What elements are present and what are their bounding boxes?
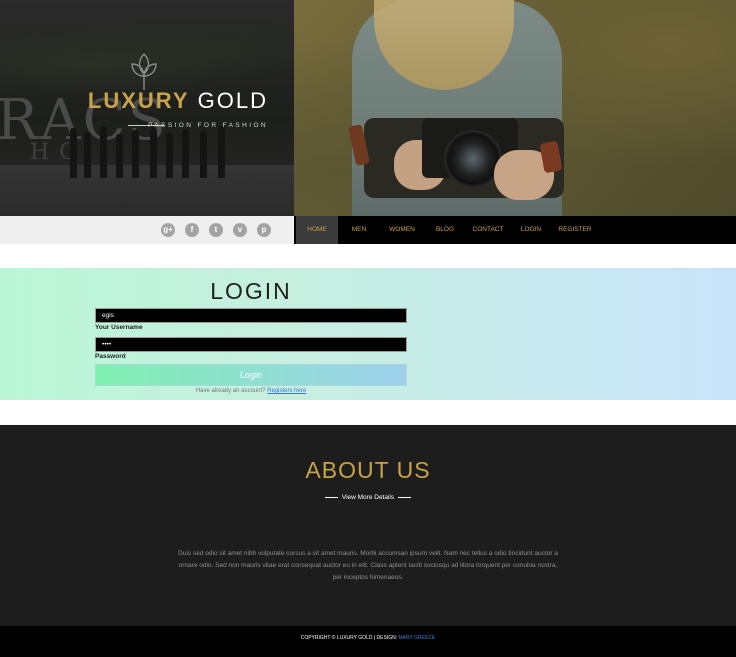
nav-men[interactable]: MEN [344,216,374,244]
pinterest-icon[interactable]: p [257,223,271,237]
copyright-text: COPYRIGHT © LUXURY GOLD | DESIGN: [300,635,398,641]
social-links: g+ f t v p [0,216,294,244]
divider-left [325,496,339,498]
nav-login[interactable]: LOGIN [516,216,546,244]
view-more-details-label: View More Details [341,494,395,501]
username-label: Your Username [95,324,143,331]
login-button[interactable]: Login [95,364,407,386]
twitter-icon[interactable]: t [209,223,223,237]
hero-banner: RACS HC LUXURY GOLD PASSION FOR FASHION [0,0,736,216]
designer-link[interactable]: MARY GREECE [399,635,436,641]
facebook-icon[interactable]: f [185,223,199,237]
nav-home[interactable]: HOME [296,216,338,244]
brand-name-white: GOLD [197,88,268,113]
brand-name-gold: LUXURY [87,88,190,113]
nav-blog[interactable]: BLOG [430,216,460,244]
brand-tagline: PASSION FOR FASHION [148,122,268,129]
hero-left-image: RACS HC LUXURY GOLD PASSION FOR FASHION [0,0,294,216]
register-prompt: Have already an account? Registers here [95,388,407,394]
register-link[interactable]: Registers here [267,388,306,394]
about-section [0,425,736,626]
nav-women[interactable]: WOMEN [382,216,422,244]
nav-register[interactable]: REGISTER [554,216,596,244]
google-plus-icon[interactable]: g+ [161,223,175,237]
footer [0,626,736,657]
view-more-details-link[interactable]: View More Details [0,494,736,501]
page: RACS HC LUXURY GOLD PASSION FOR FASHION … [0,0,736,657]
vimeo-icon[interactable]: v [233,223,247,237]
logo-leaf-icon [131,53,157,90]
password-label: Password [95,353,126,360]
login-title: LOGIN [210,278,292,304]
about-title: ABOUT US [305,457,431,483]
brand-logo[interactable]: LUXURY GOLD [88,88,268,114]
main-menu: HOME MEN WOMEN BLOG CONTACT LOGIN REGIST… [294,216,736,244]
password-input[interactable]: •••• [95,337,407,352]
divider-right [397,496,411,498]
register-prompt-text: Have already an account? [195,388,266,394]
navigation-bar: g+ f t v p HOME MEN WOMEN BLOG CONTACT L… [0,216,736,244]
footer-copyright: COPYRIGHT © LUXURY GOLD | DESIGN: MARY G… [0,635,736,641]
about-body: Duis sed odio sit amet nibh vulputate cu… [178,550,558,581]
username-input[interactable]: egis [95,308,407,323]
hero-photo [294,0,736,216]
nav-contact[interactable]: CONTACT [468,216,508,244]
